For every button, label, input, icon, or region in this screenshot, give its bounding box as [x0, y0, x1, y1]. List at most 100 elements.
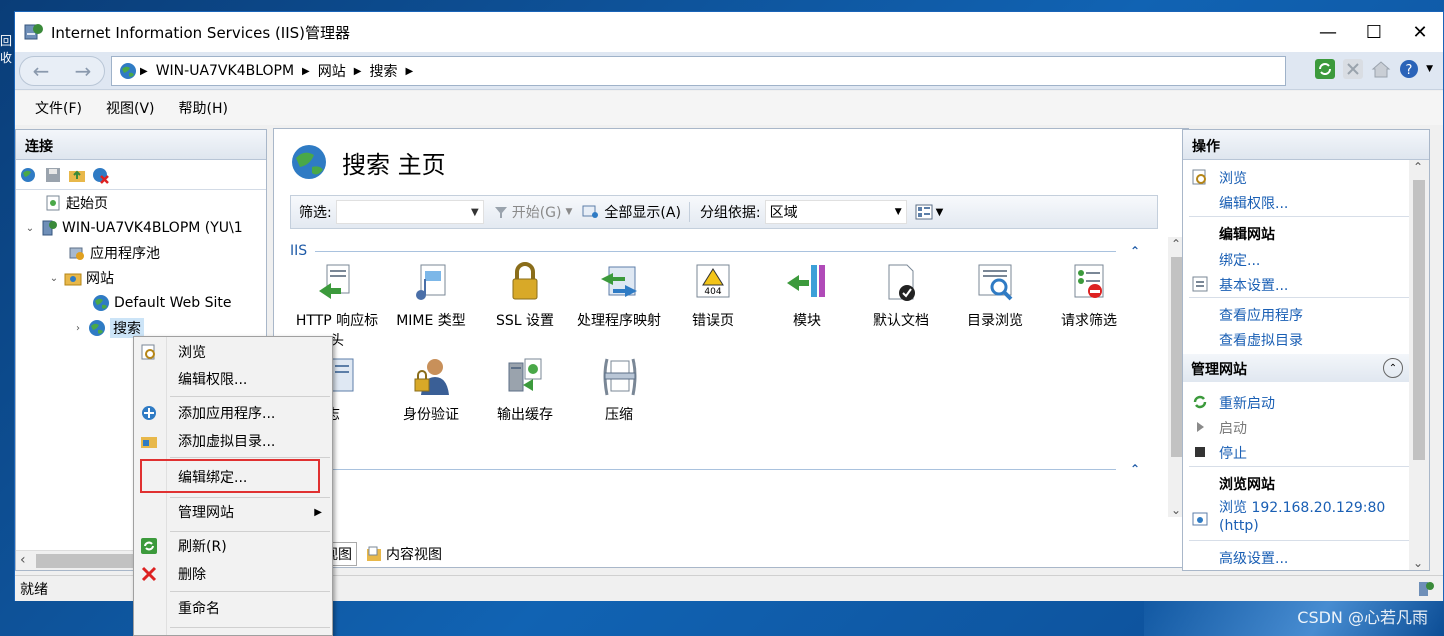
actions-scrollbar[interactable]: ⌃ ⌄ — [1409, 160, 1429, 570]
tab-content-view[interactable]: 内容视图 — [361, 542, 447, 566]
action-advanced-settings[interactable]: 高级设置... — [1219, 548, 1288, 568]
tree-item-app-pools[interactable]: 应用程序池 — [52, 242, 160, 264]
feature-directory-browsing[interactable]: 目录浏览 — [948, 261, 1042, 331]
address-bar[interactable]: ▶ WIN-UA7VK4BLOPM ▶ 网站 ▶ 搜索 ▶ — [111, 56, 1286, 86]
action-browse[interactable]: 浏览 — [1219, 168, 1247, 188]
menu-view[interactable]: 视图(V) — [94, 98, 167, 118]
feature-authentication[interactable]: 身份验证 — [384, 355, 478, 425]
sites-folder-icon — [64, 273, 82, 286]
action-restart[interactable]: 重新启动 — [1219, 393, 1275, 413]
action-bindings[interactable]: 绑定... — [1219, 250, 1260, 270]
action-stop[interactable]: 停止 — [1219, 443, 1247, 463]
ctx-label: 浏览 — [178, 345, 206, 361]
maximize-button[interactable]: ☐ — [1351, 12, 1397, 52]
ctx-refresh[interactable]: 刷新(R) — [134, 533, 332, 559]
breadcrumb-sites[interactable]: 网站 — [318, 61, 346, 81]
section-divider — [326, 468, 1116, 470]
forward-arrow-icon[interactable]: → — [75, 59, 92, 83]
scroll-up-icon[interactable]: ⌃ — [1413, 160, 1423, 174]
disconnect-icon[interactable] — [92, 166, 110, 184]
breadcrumb-arrow-icon[interactable]: ▶ — [302, 66, 310, 77]
help-icon[interactable]: ? — [1398, 58, 1420, 80]
refresh-icon[interactable] — [1314, 58, 1336, 80]
ctx-browse[interactable]: 浏览 — [134, 339, 332, 365]
group-by-select[interactable]: 区域 ▼ — [764, 200, 907, 224]
dropdown-arrow-icon[interactable]: ▼ — [566, 207, 573, 217]
second-section-header[interactable]: ⌃ — [290, 459, 1140, 479]
feature-error-pages[interactable]: 404 错误页 — [666, 261, 760, 331]
iis-section-header[interactable]: IIS ⌃ — [290, 241, 1140, 261]
save-icon[interactable] — [44, 166, 62, 184]
scrollbar-thumb[interactable] — [1413, 180, 1425, 460]
breadcrumb-arrow-icon[interactable]: ▶ — [354, 66, 362, 77]
page-title-row: 搜索 主页 — [290, 143, 446, 181]
collapse-circle-icon[interactable]: ⌃ — [1383, 358, 1403, 378]
feature-handler-mappings[interactable]: 处理程序映射 — [572, 261, 666, 331]
scroll-down-icon[interactable]: ⌄ — [1413, 556, 1423, 570]
scrollbar-thumb[interactable] — [36, 554, 136, 568]
scroll-up-icon[interactable]: ⌃ — [1171, 237, 1181, 251]
start-filter-button[interactable]: 开始(G) ▼ — [494, 202, 573, 222]
action-view-virtual-dirs[interactable]: 查看虚拟目录 — [1219, 330, 1303, 350]
scroll-down-icon[interactable]: ⌄ — [1171, 503, 1181, 517]
feature-mime-types[interactable]: MIME 类型 — [384, 261, 478, 331]
breadcrumb-arrow-icon[interactable]: ▶ — [140, 66, 148, 77]
breadcrumb-server[interactable]: WIN-UA7VK4BLOPM — [156, 63, 294, 79]
menu-file[interactable]: 文件(F) — [23, 98, 94, 118]
action-view-applications[interactable]: 查看应用程序 — [1219, 305, 1303, 325]
feature-compression[interactable]: 压缩 — [572, 355, 666, 425]
menu-help[interactable]: 帮助(H) — [167, 98, 240, 118]
action-browse-url[interactable]: 浏览 192.168.20.129:80 — [1219, 497, 1385, 517]
action-basic-settings[interactable]: 基本设置... — [1219, 275, 1288, 295]
tree-item-default-web-site[interactable]: Default Web Site — [76, 292, 231, 314]
feature-label: 目录浏览 — [967, 313, 1023, 329]
ctx-rename[interactable]: 重命名 — [134, 595, 332, 621]
action-edit-permissions[interactable]: 编辑权限... — [1219, 193, 1288, 213]
tree-item-sites[interactable]: ⌄ 网站 — [48, 267, 114, 289]
ctx-add-virtual-dir[interactable]: 添加虚拟目录... — [134, 428, 332, 454]
dropdown-arrow-icon[interactable]: ▼ — [471, 207, 479, 218]
chevron-down-icon[interactable]: ⌄ — [48, 273, 60, 284]
tree-item-server[interactable]: ⌄ WIN-UA7VK4BLOPM (YU\1 — [24, 217, 243, 239]
feature-ssl-settings[interactable]: SSL 设置 — [478, 261, 572, 331]
show-all-button[interactable]: 全部显示(A) — [582, 202, 681, 222]
minimize-button[interactable]: — — [1305, 12, 1351, 52]
stop-icon[interactable] — [1342, 58, 1364, 80]
back-arrow-icon[interactable]: ← — [33, 59, 50, 83]
feature-default-document[interactable]: 默认文档 — [854, 261, 948, 331]
ctx-add-application[interactable]: 添加应用程序... — [134, 400, 332, 426]
breadcrumb-arrow-icon[interactable]: ▶ — [405, 66, 413, 77]
breadcrumb-site[interactable]: 搜索 — [369, 61, 397, 81]
up-folder-icon[interactable] — [68, 166, 86, 184]
filter-input[interactable]: ▼ — [335, 200, 484, 224]
delete-icon — [141, 566, 157, 582]
ctx-manage-site[interactable]: 管理网站 ▶ — [134, 499, 332, 525]
chevron-down-icon[interactable]: ⌄ — [24, 223, 36, 234]
ctx-delete[interactable]: 删除 — [134, 561, 332, 587]
action-separator — [1189, 216, 1409, 217]
action-start[interactable]: 启动 — [1219, 418, 1247, 438]
action-separator — [1189, 466, 1409, 467]
dropdown-arrow-icon[interactable]: ▼ — [936, 207, 944, 218]
view-mode-button[interactable]: ▼ — [915, 204, 944, 220]
ctx-edit-permissions[interactable]: 编辑权限... — [134, 366, 332, 392]
scroll-left-icon[interactable]: ‹ — [20, 552, 26, 568]
dir-browse-icon — [978, 264, 1013, 301]
chevron-right-icon[interactable]: › — [72, 323, 84, 334]
help-dropdown-icon[interactable]: ▼ — [1426, 64, 1433, 74]
connect-globe-icon[interactable] — [20, 166, 38, 184]
collapse-up-icon[interactable]: ⌃ — [1130, 462, 1140, 476]
home-icon[interactable] — [1370, 58, 1392, 80]
collapse-up-icon[interactable]: ⌃ — [1130, 244, 1140, 258]
action-browse-protocol[interactable]: (http) — [1219, 518, 1259, 534]
manage-site-group-header[interactable]: 管理网站 ⌃ — [1183, 354, 1409, 382]
dropdown-arrow-icon[interactable]: ▼ — [895, 207, 902, 217]
feature-modules[interactable]: 模块 — [760, 261, 854, 331]
desktop-recycle-label[interactable]: 回收 — [0, 32, 14, 66]
close-button[interactable]: ✕ — [1397, 12, 1443, 52]
feature-request-filtering[interactable]: 请求筛选 — [1042, 261, 1136, 331]
feature-output-caching[interactable]: 输出缓存 — [478, 355, 572, 425]
tree-item-start-page[interactable]: 起始页 — [28, 192, 108, 214]
tree-label: 搜索 — [110, 318, 144, 338]
menu-separator — [170, 591, 330, 592]
